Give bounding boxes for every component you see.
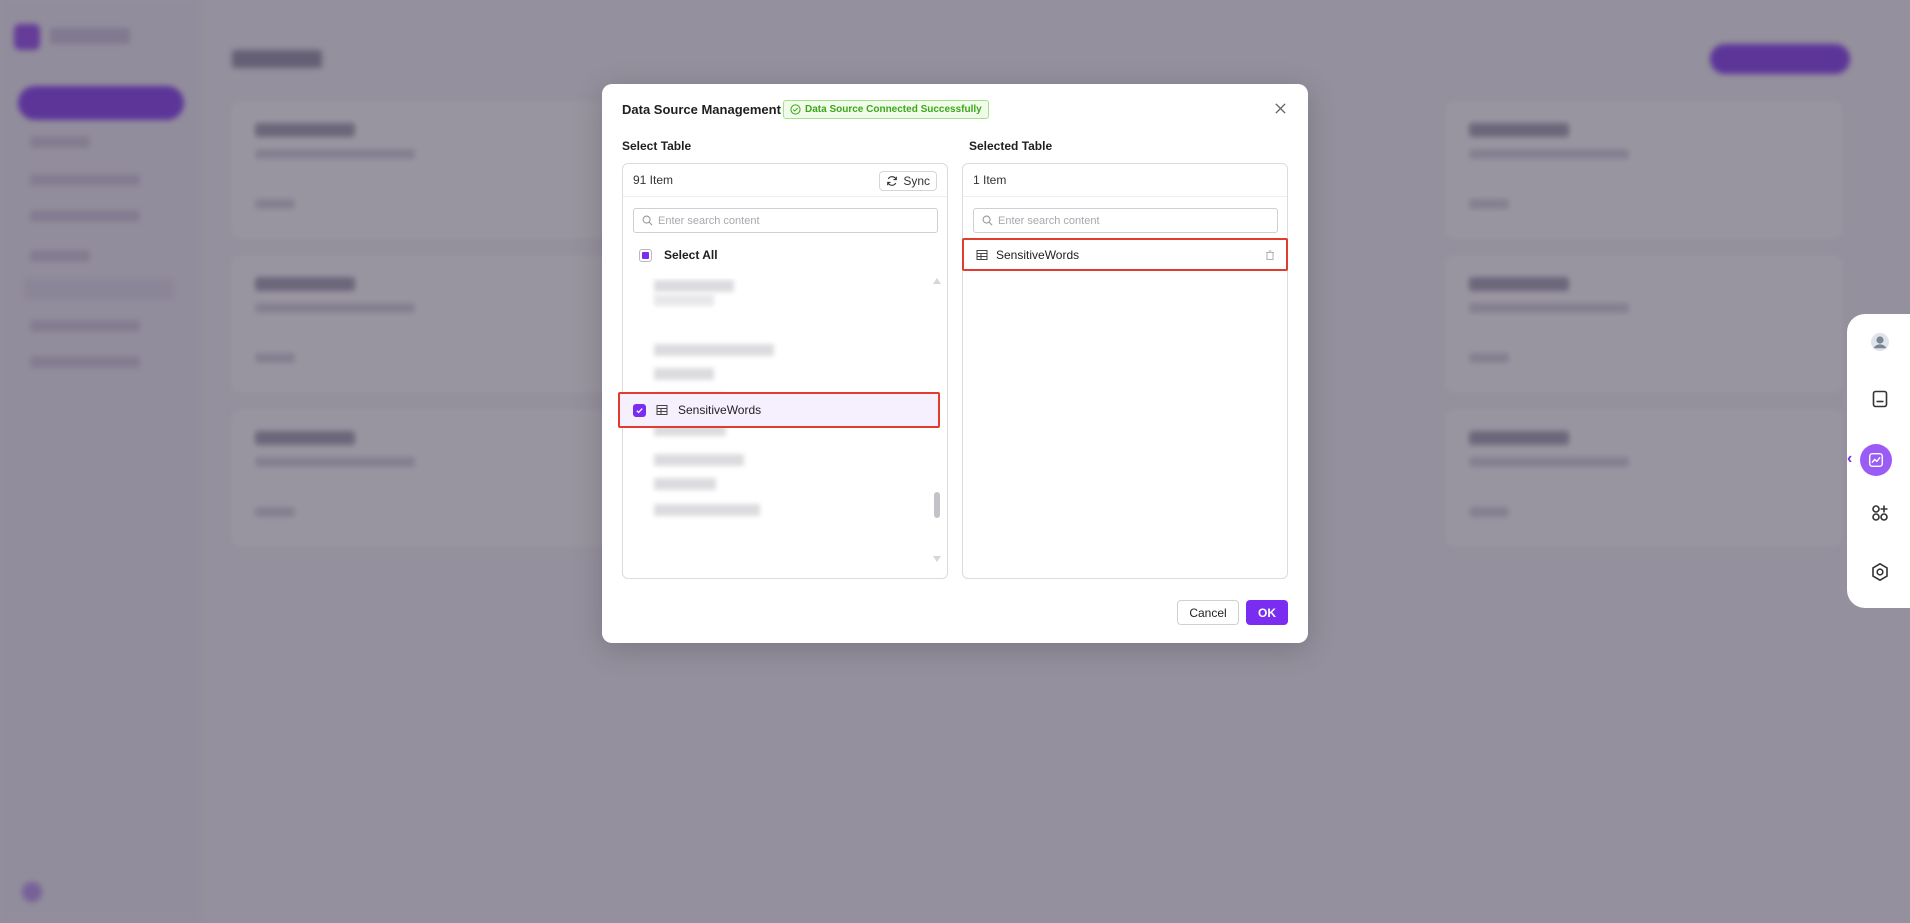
source-search-box xyxy=(633,208,938,233)
data-source-modal: Data Source Management Data Source Conne… xyxy=(602,84,1308,643)
trash-icon[interactable] xyxy=(1264,249,1276,261)
sync-button[interactable]: Sync xyxy=(879,171,937,191)
scroll-thumb[interactable] xyxy=(934,492,940,518)
select-all-row[interactable]: Select All xyxy=(639,248,718,262)
source-table-item-label: SensitiveWords xyxy=(678,403,762,417)
source-table-item-selected[interactable]: SensitiveWords xyxy=(618,392,940,428)
sync-label: Sync xyxy=(903,174,930,188)
blurred-table-row[interactable] xyxy=(654,280,734,292)
item-checkbox-checked[interactable] xyxy=(633,403,646,417)
source-list-scrollbar[interactable] xyxy=(933,278,941,578)
settings-icon[interactable] xyxy=(1869,561,1891,583)
notebook-icon[interactable] xyxy=(1869,388,1891,410)
chart-icon[interactable] xyxy=(1860,444,1892,476)
close-button[interactable] xyxy=(1272,100,1288,116)
table-icon xyxy=(656,404,668,416)
sync-icon xyxy=(887,176,898,186)
scroll-down-icon[interactable] xyxy=(933,556,941,562)
table-icon xyxy=(976,249,988,261)
source-search-input[interactable] xyxy=(658,214,918,227)
selected-table-item[interactable]: SensitiveWords xyxy=(962,238,1288,271)
connection-status-badge: Data Source Connected Successfully xyxy=(783,100,989,119)
selected-table-panel: 1 Item SensitiveWords xyxy=(962,163,1288,579)
selected-table-item-label: SensitiveWords xyxy=(996,247,1080,262)
checkmark-icon xyxy=(636,407,643,413)
blurred-table-row[interactable] xyxy=(654,294,714,306)
modal-title: Data Source Management xyxy=(622,102,781,117)
blurred-table-row[interactable] xyxy=(654,344,774,356)
blurred-table-row[interactable] xyxy=(654,504,760,516)
toolbar-collapse-arrow-icon[interactable]: ‹ xyxy=(1847,450,1852,468)
selected-search-input[interactable] xyxy=(998,214,1258,227)
ok-button[interactable]: OK xyxy=(1246,600,1288,625)
scroll-up-icon[interactable] xyxy=(933,278,941,284)
apps-icon[interactable] xyxy=(1869,502,1891,524)
connection-status-text: Data Source Connected Successfully xyxy=(805,104,982,115)
select-table-label: Select Table xyxy=(622,139,692,153)
search-icon xyxy=(982,215,993,226)
avatar-icon[interactable] xyxy=(1869,331,1891,353)
selected-panel-header: 1 Item xyxy=(963,164,1287,197)
source-item-count: 91 Item xyxy=(633,173,674,187)
selected-table-label: Selected Table xyxy=(969,139,1053,153)
blurred-table-row[interactable] xyxy=(654,478,716,490)
selected-search-box xyxy=(973,208,1278,233)
close-icon[interactable] xyxy=(1274,102,1287,115)
source-table-list[interactable] xyxy=(624,278,946,578)
selected-item-count: 1 Item xyxy=(973,173,1007,187)
blurred-table-row[interactable] xyxy=(654,454,744,466)
blurred-table-row[interactable] xyxy=(654,368,714,380)
check-circle-icon xyxy=(790,104,801,115)
select-all-checkbox[interactable] xyxy=(639,248,652,262)
cancel-button[interactable]: Cancel xyxy=(1177,600,1239,625)
source-table-panel: 91 Item Sync Select All xyxy=(618,163,948,579)
select-all-label: Select All xyxy=(664,248,718,262)
search-icon xyxy=(642,215,653,226)
